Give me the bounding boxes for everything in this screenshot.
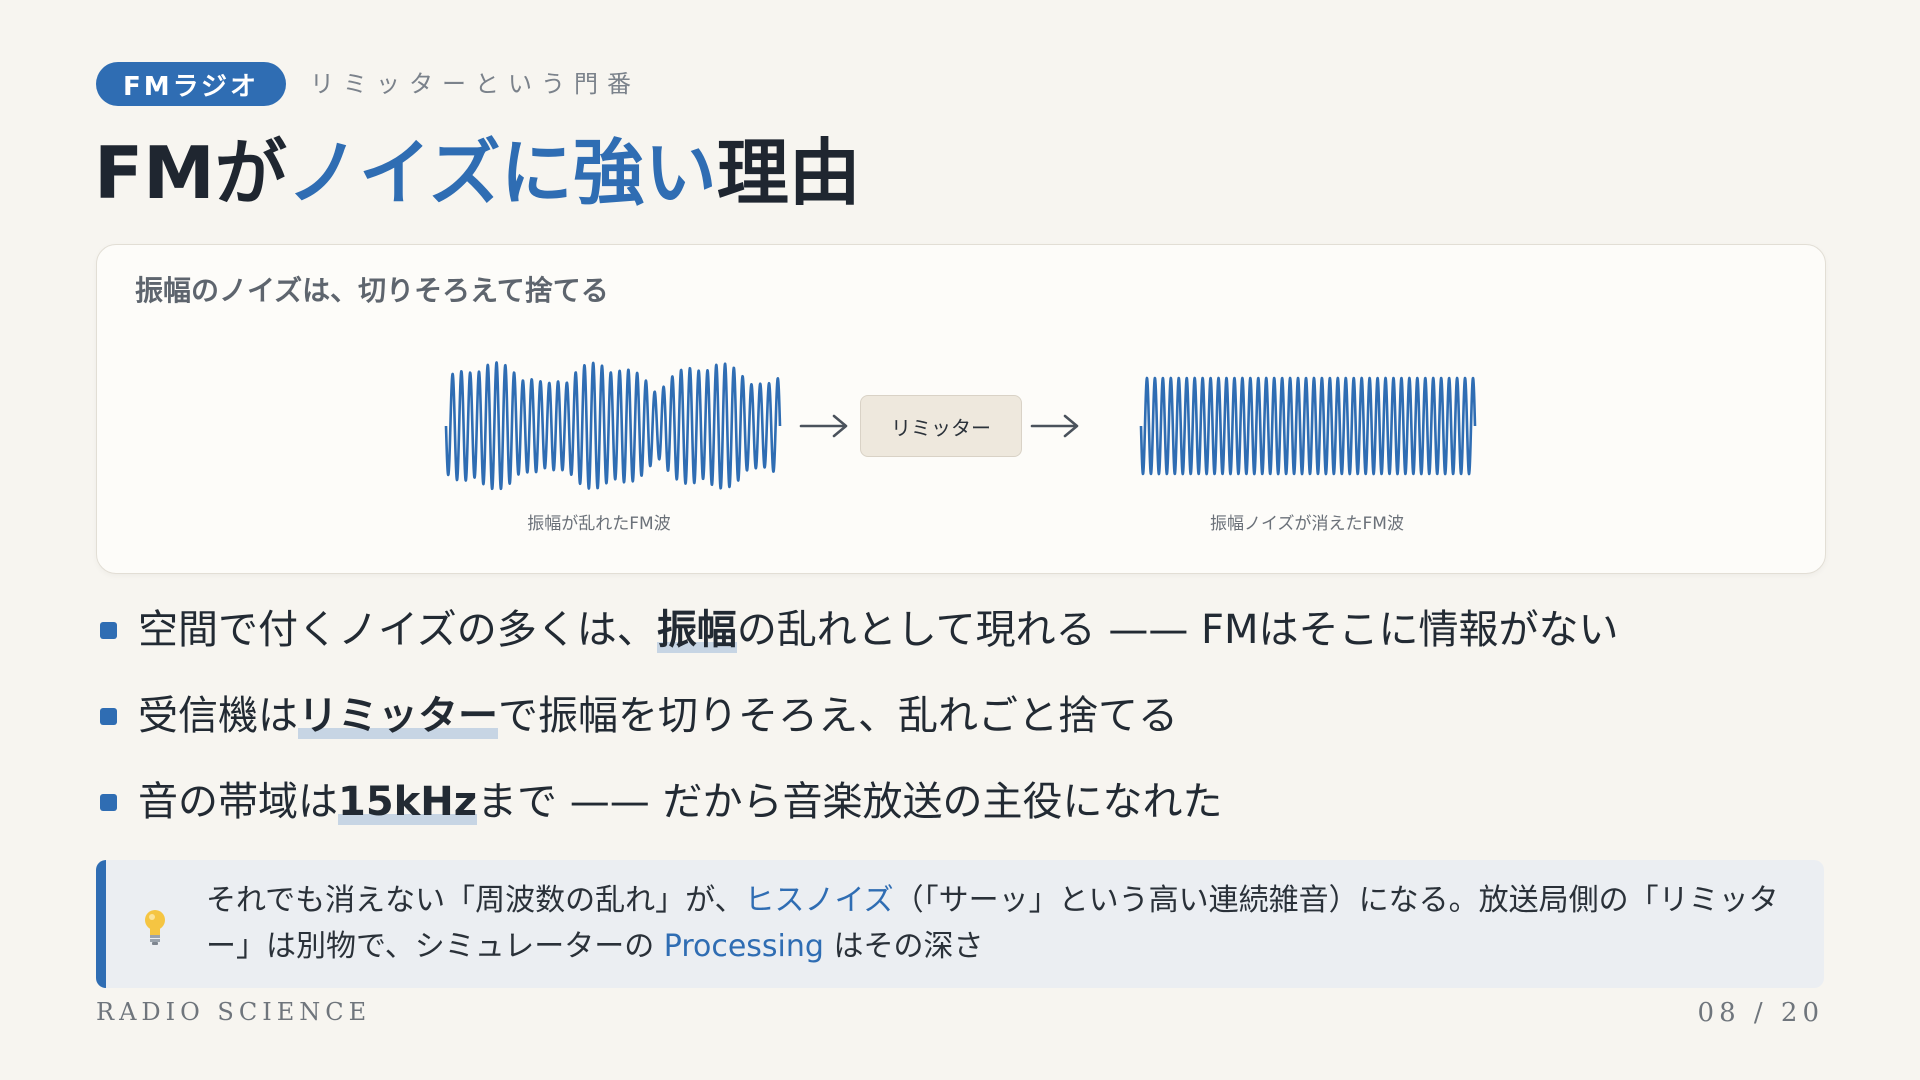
bullet-text: 受信機は <box>138 693 298 739</box>
callout-keyword: ヒスノイズ <box>744 883 894 918</box>
bullet-highlight: リミッター <box>298 693 498 739</box>
limiter-block: リミッター <box>860 395 1022 457</box>
arrow-right-icon <box>799 414 848 438</box>
bullet-marker <box>100 708 117 725</box>
callout-text: それでも消えない「周波数の乱れ」が、ヒスノイズ（「サーッ」という高い連続雑音）に… <box>206 883 1779 964</box>
bullet-text: で振幅を切りそろえ、乱れごと捨てる <box>498 693 1178 739</box>
clean-wave-label: 振幅ノイズが消えたFM波 <box>1210 514 1404 534</box>
bullet-highlight: 振幅 <box>656 607 737 653</box>
bullet-marker <box>100 794 117 811</box>
callout-keyword: Processing <box>663 929 824 964</box>
title-accent: ノイズに強い <box>286 131 717 215</box>
bullet-text: の乱れとして現れる —— FMはそこに情報がない <box>736 607 1619 653</box>
noisy-fm-wave <box>444 361 782 491</box>
lightbulb-icon <box>145 910 165 945</box>
bullet-item: 空間で付くノイズの多くは、振幅の乱れとして現れる —— FMはそこに情報がない <box>96 600 1836 686</box>
diagram-card: 振幅のノイズは、切りそろえて捨てる リミッター 振幅が乱れたFM波 振幅ノイズが… <box>96 244 1826 574</box>
section-tag: FMラジオ <box>96 62 286 106</box>
footer-brand: RADIO SCIENCE <box>96 998 372 1026</box>
title-part-2: 理由 <box>716 131 861 215</box>
title-part-1: FMが <box>94 131 287 215</box>
noisy-wave-label: 振幅が乱れたFM波 <box>527 514 671 534</box>
bullet-text: 空間で付くノイズの多くは、 <box>138 607 657 653</box>
callout-accent-bar <box>96 860 106 988</box>
bullet-highlight: 15kHz <box>338 779 478 825</box>
bullet-text: 音の帯域は <box>138 779 338 825</box>
bullet-item: 受信機はリミッターで振幅を切りそろえ、乱れごと捨てる <box>96 686 1836 772</box>
bullet-list: 空間で付くノイズの多くは、振幅の乱れとして現れる —— FMはそこに情報がない … <box>96 600 1836 858</box>
arrow-right-icon <box>1030 414 1079 438</box>
bullet-marker <box>100 622 117 639</box>
page-number: 08 / 20 <box>1697 998 1824 1028</box>
tip-callout: それでも消えない「周波数の乱れ」が、ヒスノイズ（「サーッ」という高い連続雑音）に… <box>96 860 1824 988</box>
bullet-item: 音の帯域は15kHzまで —— だから音楽放送の主役になれた <box>96 772 1836 858</box>
bullet-text: まで —— だから音楽放送の主役になれた <box>477 779 1223 825</box>
section-kicker: リミッターという門番 <box>310 70 640 98</box>
clean-fm-wave <box>1139 376 1477 476</box>
page-title: FMがノイズに強い理由 <box>94 128 861 218</box>
